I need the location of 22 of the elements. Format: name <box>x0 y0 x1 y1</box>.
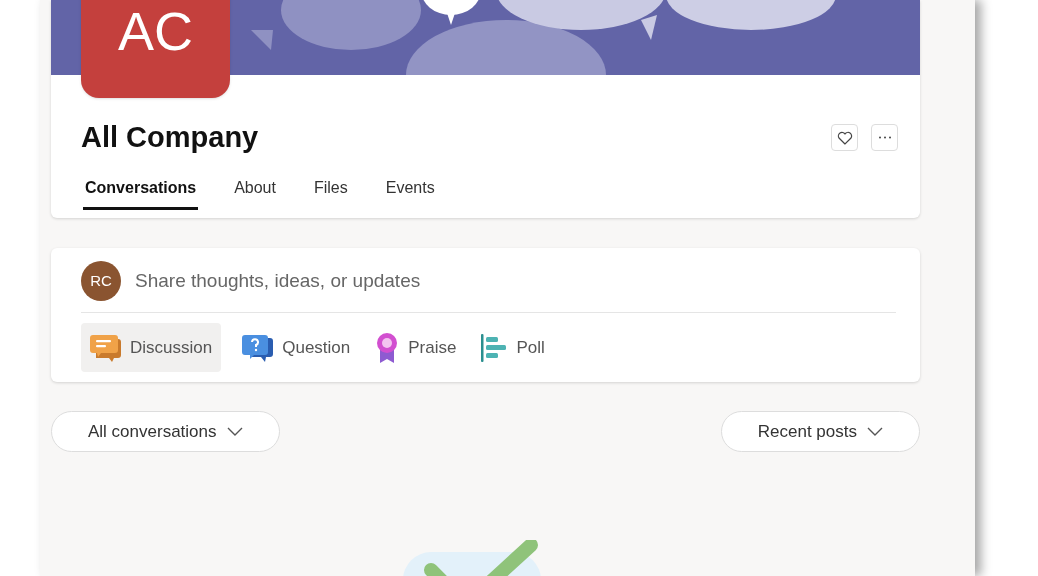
post-type-button[interactable]: Poll <box>477 323 548 372</box>
tab[interactable]: Events <box>383 172 437 210</box>
user-avatar: RC <box>81 261 121 301</box>
heart-icon <box>836 130 853 145</box>
chevron-down-icon <box>867 426 883 437</box>
post-type-button[interactable]: Question <box>239 323 354 372</box>
favorite-button[interactable] <box>831 124 858 151</box>
tab[interactable]: Conversations <box>83 172 199 210</box>
chevron-down-icon <box>226 426 243 437</box>
more-icon <box>877 136 892 139</box>
chat-bubble-icon <box>90 332 122 363</box>
group-title: All Company <box>81 123 259 152</box>
tab[interactable]: About <box>232 172 278 210</box>
tab[interactable]: Files <box>311 172 350 210</box>
filter-dropdown[interactable]: All conversations <box>51 411 280 452</box>
bar-chart-icon <box>480 332 509 363</box>
post-type-button[interactable]: Praise <box>371 323 460 372</box>
filter-dropdown[interactable]: Recent posts <box>720 411 920 452</box>
question-bubble-icon <box>242 332 275 363</box>
group-initials: AC <box>118 4 193 58</box>
post-type-button[interactable]: Discussion <box>81 323 222 372</box>
post-input-field[interactable]: Share thoughts, ideas, or updates <box>135 266 896 296</box>
